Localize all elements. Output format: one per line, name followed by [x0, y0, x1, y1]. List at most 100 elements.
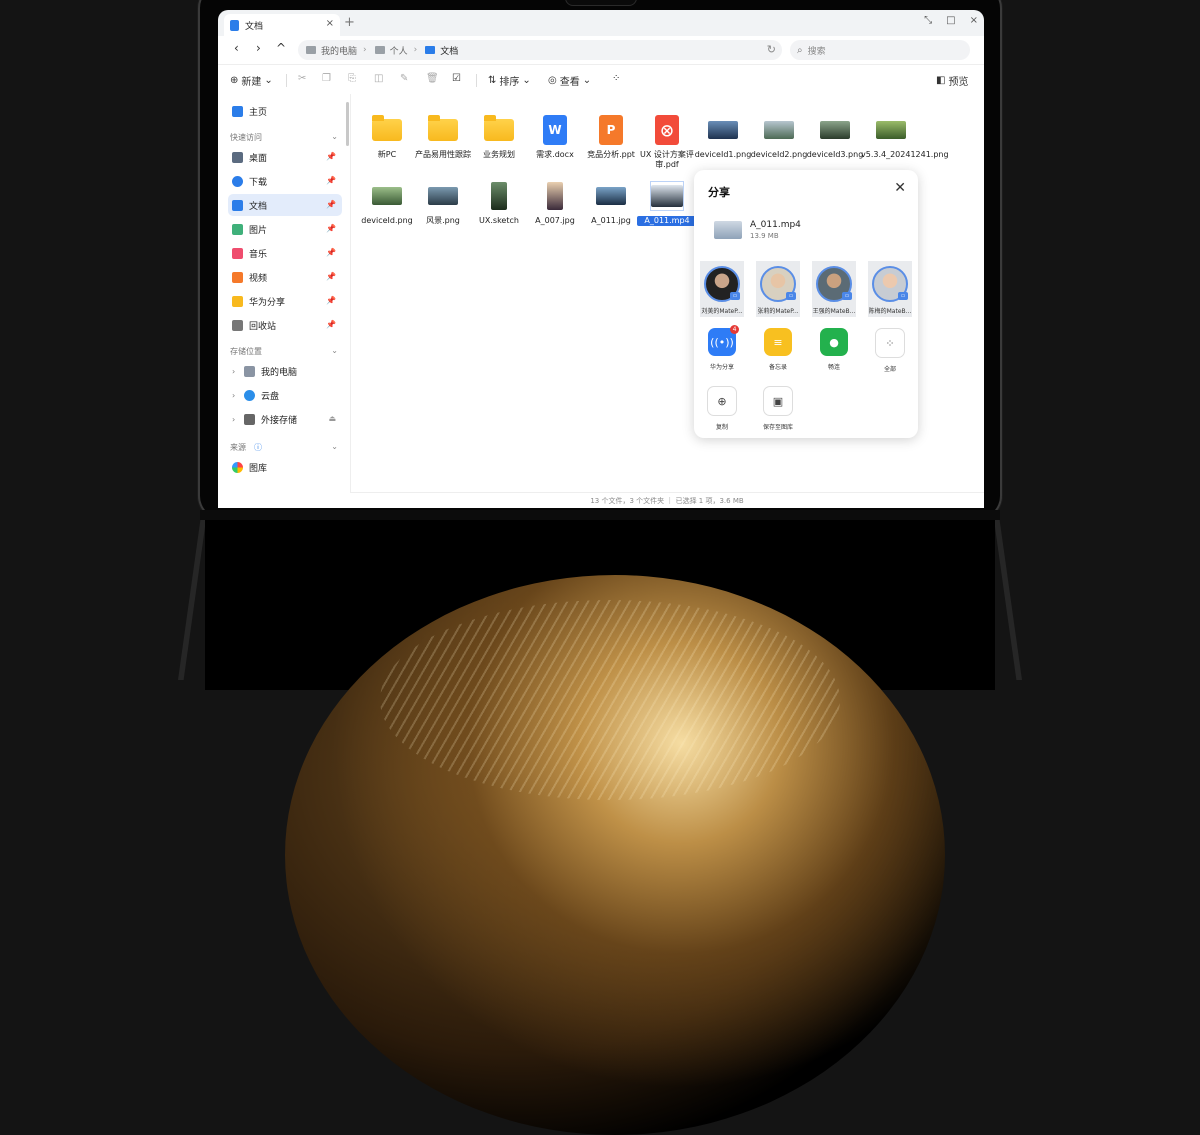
share-app-huawei-share[interactable]: ((•)) 4 华为分享 — [697, 325, 747, 371]
sidebar-item-huawei-share[interactable]: 华为分享 📌 — [228, 290, 342, 312]
delete-icon[interactable]: 🗑 — [426, 73, 439, 84]
desktop-icon — [232, 151, 243, 163]
sidebar-item-desktop[interactable]: 桌面 📌 — [228, 146, 342, 168]
compress-icon[interactable]: ◫ — [374, 73, 383, 84]
file-item[interactable]: ⨂ UX 设计方案评审.pdf — [637, 114, 697, 170]
file-item[interactable]: W 需求.docx — [525, 114, 585, 160]
sidebar-item-downloads[interactable]: 下载 📌 — [228, 170, 342, 192]
sidebar-item-documents[interactable]: 文档 📌 — [228, 194, 342, 216]
pin-icon[interactable]: 📌 — [326, 272, 336, 281]
video-thumbnail — [651, 185, 683, 207]
preview-button[interactable]: ◧ 预览 — [936, 73, 968, 88]
restore-icon[interactable]: ⤡ — [924, 15, 932, 26]
wallpaper-swirl — [380, 600, 840, 800]
eject-icon[interactable]: ⏏ — [328, 414, 336, 423]
chevron-down-icon: ⌄ — [264, 75, 273, 86]
paste-icon[interactable]: ⎘ — [348, 73, 356, 84]
sort-button[interactable]: ⇅ 排序 ⌄ — [488, 73, 531, 88]
toolbar-divider — [476, 74, 477, 87]
sidebar-item-home[interactable]: 主页 — [228, 100, 342, 122]
sidebar-item-gallery[interactable]: 图库 — [228, 456, 342, 478]
device-badge-icon: ▭ — [786, 292, 796, 300]
breadcrumb-documents[interactable]: 文档 — [417, 44, 458, 57]
pin-icon[interactable]: 📌 — [326, 248, 336, 257]
file-item[interactable]: v5.3.4_20241241.png — [861, 114, 949, 160]
file-item[interactable]: UX.sketch — [469, 180, 529, 226]
save-icon: ▣ — [763, 386, 793, 416]
sidebar-item-cloud[interactable]: › 云盘 — [228, 384, 342, 406]
pin-icon[interactable]: 📌 — [326, 176, 336, 185]
chevron-right-icon[interactable]: › — [232, 367, 240, 376]
chevron-down-icon[interactable]: ⌄ — [331, 132, 338, 141]
copy-action[interactable]: ⊕ 复制 — [697, 386, 747, 431]
computer-icon — [306, 46, 316, 54]
chevron-down-icon[interactable]: ⌄ — [331, 346, 338, 355]
pin-icon[interactable]: 📌 — [326, 152, 336, 161]
file-item[interactable]: 新PC — [357, 114, 417, 160]
file-item-selected[interactable]: A_011.mp4 — [637, 180, 697, 226]
copy-icon[interactable]: ❐ — [322, 73, 331, 84]
breadcrumb-my-pc[interactable]: 我的电脑 — [298, 44, 357, 57]
ppt-icon: P — [599, 115, 623, 145]
file-item[interactable]: 产品易用性跟踪 — [413, 114, 473, 160]
sidebar-item-music[interactable]: 音乐 📌 — [228, 242, 342, 264]
share-contact[interactable]: ▭ 王强的MateB... — [812, 261, 856, 317]
tab-close-icon[interactable]: × — [326, 18, 334, 29]
document-icon — [230, 19, 239, 31]
up-icon[interactable]: ^ — [276, 41, 286, 55]
select-checkbox-icon[interactable]: ☑ — [452, 73, 461, 84]
file-item[interactable]: 风景.png — [413, 180, 473, 226]
file-item[interactable]: A_011.jpg — [581, 180, 641, 226]
chevron-right-icon[interactable]: › — [232, 415, 240, 424]
close-window-icon[interactable]: × — [970, 15, 978, 26]
sidebar-scrollbar[interactable] — [346, 102, 349, 146]
cut-icon[interactable]: ✂ — [298, 73, 306, 84]
sidebar-item-my-pc[interactable]: › 我的电脑 — [228, 360, 342, 382]
save-to-gallery-action[interactable]: ▣ 保存至图库 — [753, 386, 803, 431]
file-item[interactable]: A_007.jpg — [525, 180, 585, 226]
avatar: ▭ — [816, 266, 852, 302]
sidebar-item-pictures[interactable]: 图片 📌 — [228, 218, 342, 240]
storage-title: 存储位置 — [230, 347, 262, 356]
share-contact[interactable]: ▭ 刘美的MateP... — [700, 261, 744, 317]
pin-icon[interactable]: 📌 — [326, 320, 336, 329]
plus-circle-icon: ⊕ — [230, 75, 239, 86]
share-file-info: A_011.mp4 13.9 MB — [714, 220, 801, 240]
close-icon[interactable]: ✕ — [894, 180, 906, 196]
tab-documents[interactable]: 文档 × — [224, 14, 340, 36]
chevron-down-icon[interactable]: ⌄ — [331, 442, 338, 451]
share-contact[interactable]: ▭ 陈梅的MateB... — [868, 261, 912, 317]
rename-icon[interactable]: ✎ — [400, 73, 408, 84]
pin-icon[interactable]: 📌 — [326, 200, 336, 209]
sidebar-item-videos[interactable]: 视频 📌 — [228, 266, 342, 288]
file-item[interactable]: deviceId1.png — [693, 114, 753, 160]
refresh-icon[interactable]: ↻ — [767, 43, 776, 56]
view-button[interactable]: ◎ 查看 ⌄ — [548, 73, 591, 88]
more-options-icon[interactable]: ⁘ — [612, 73, 620, 84]
chevron-right-icon[interactable]: › — [232, 391, 240, 400]
new-tab-icon[interactable]: + — [344, 15, 355, 30]
search-input[interactable]: ⌕ 搜索 — [790, 40, 970, 60]
forward-icon[interactable]: › — [256, 41, 261, 55]
file-item[interactable]: P 竞品分析.ppt — [581, 114, 641, 160]
pin-icon[interactable]: 📌 — [326, 296, 336, 305]
quick-access-title: 快速访问 — [230, 133, 262, 142]
new-button[interactable]: ⊕ 新建 ⌄ — [230, 73, 273, 88]
pin-icon[interactable]: 📌 — [326, 224, 336, 233]
info-icon[interactable]: ⓘ — [254, 442, 262, 453]
sidebar-item-external-storage[interactable]: › 外接存储 ⏏ — [228, 408, 342, 430]
maximize-icon[interactable]: □ — [946, 15, 955, 26]
back-icon[interactable]: ‹ — [234, 41, 239, 55]
file-item[interactable]: deviceId3.png — [805, 114, 865, 160]
share-app-meetime[interactable]: ● 畅连 — [809, 328, 859, 371]
share-contact[interactable]: ▭ 张莉的MateP... — [756, 261, 800, 317]
file-item[interactable]: 业务规划 — [469, 114, 529, 160]
breadcrumb-personal[interactable]: 个人 — [367, 44, 408, 57]
chat-bubble-icon: ● — [820, 328, 848, 356]
file-item[interactable]: deviceId.png — [357, 180, 417, 226]
file-item[interactable]: deviceId2.png — [749, 114, 809, 160]
share-app-all[interactable]: ⁘ 全部 — [865, 328, 915, 373]
breadcrumb[interactable]: 我的电脑 › 个人 › 文档 ↻ — [298, 40, 782, 60]
sidebar-item-recycle-bin[interactable]: 回收站 📌 — [228, 314, 342, 336]
share-app-notes[interactable]: ≡ 备忘录 — [753, 328, 803, 371]
